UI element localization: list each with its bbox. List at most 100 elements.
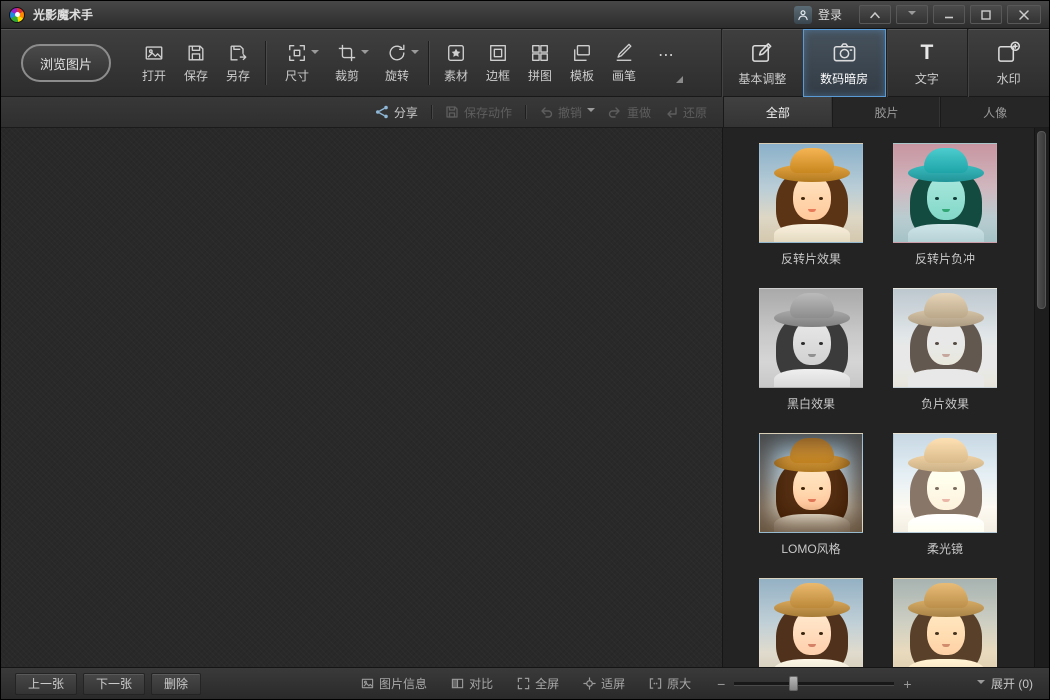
filter-thumbnail[interactable]: [893, 288, 997, 388]
portrait-art: [953, 342, 957, 345]
filter-thumbnail[interactable]: [759, 578, 863, 667]
portrait-art: [935, 487, 939, 490]
chevron-down-icon[interactable]: [587, 108, 595, 116]
portrait-art: [927, 464, 965, 510]
portrait-art: [790, 438, 834, 463]
portrait-art: [942, 499, 950, 502]
portrait-art: [935, 632, 939, 635]
tab-basic-adjust[interactable]: 基本调整: [721, 29, 803, 97]
toolbar-item-rotate[interactable]: 旋转: [372, 35, 422, 91]
filter-thumbnail[interactable]: [759, 143, 863, 243]
share-icon: [375, 105, 389, 119]
filter-item[interactable]: [759, 578, 863, 667]
filter-item-negative-film[interactable]: 负片效果: [893, 288, 997, 410]
minimize-button[interactable]: [933, 5, 965, 24]
portrait-art: [819, 632, 823, 635]
portrait-art: [808, 499, 816, 502]
collapse-toolbar-button[interactable]: [859, 5, 891, 24]
filter-item-soft-focus[interactable]: 柔光镜: [893, 433, 997, 555]
toolbar-item-frame[interactable]: 边框: [477, 35, 519, 91]
image-canvas[interactable]: [1, 128, 723, 669]
toolbar-item-crop[interactable]: 裁剪: [322, 35, 372, 91]
share-button[interactable]: 分享: [375, 104, 418, 121]
tab-all-filters[interactable]: 全部: [724, 97, 833, 127]
image-info-button[interactable]: 图片信息: [361, 675, 427, 692]
user-icon: [794, 6, 812, 24]
toolbar-item-sticker[interactable]: 素材: [435, 35, 477, 91]
actionbar-separator: [431, 105, 432, 119]
portrait-art: [774, 514, 850, 533]
panel-scrollbar[interactable]: [1034, 128, 1049, 667]
toolbar-item-brush[interactable]: 画笔: [603, 35, 645, 91]
zoom-slider[interactable]: [734, 682, 894, 685]
toolbar-item-open[interactable]: 打开: [133, 35, 175, 91]
portrait-art: [776, 458, 848, 532]
browse-images-button[interactable]: 浏览图片: [21, 44, 111, 82]
compare-button[interactable]: 对比: [451, 675, 493, 692]
filter-item-black-white[interactable]: 黑白效果: [759, 288, 863, 410]
toolbar-item-resize[interactable]: 尺寸: [272, 35, 322, 91]
restore-button[interactable]: 还原: [664, 104, 707, 121]
original-size-button[interactable]: 原大: [649, 675, 691, 692]
filter-item-lomo[interactable]: LOMO风格: [759, 433, 863, 555]
undo-icon: [539, 105, 553, 119]
zoom-in-button[interactable]: +: [903, 676, 911, 692]
filter-thumbnail[interactable]: [759, 288, 863, 388]
filter-thumbnail[interactable]: [893, 433, 997, 533]
zoom-out-button[interactable]: −: [717, 676, 725, 692]
portrait-art: [908, 224, 984, 243]
tab-digital-darkroom[interactable]: 数码暗房: [803, 29, 886, 97]
portrait-art: [801, 197, 805, 200]
toolbar-item-save[interactable]: 保存: [175, 35, 217, 91]
close-button[interactable]: [1007, 5, 1041, 24]
fullscreen-button[interactable]: 全屏: [517, 675, 559, 692]
toolbar-item-template[interactable]: 模板: [561, 35, 603, 91]
frame-icon: [488, 43, 508, 63]
login-button[interactable]: 登录: [790, 4, 854, 26]
tab-watermark[interactable]: 水印: [967, 29, 1049, 97]
filter-thumbnail[interactable]: [893, 578, 997, 667]
portrait-art: [801, 487, 805, 490]
filters-grid: 反转片效果 反转片负冲 黑白效果 负片效果 LOMO风格 柔光镜: [759, 143, 997, 667]
chevron-down-icon[interactable]: [411, 50, 419, 58]
chevron-down-icon[interactable]: [361, 50, 369, 58]
toolbar-more-button[interactable]: ⋯: [645, 35, 689, 91]
filter-item-reversal-film[interactable]: 反转片效果: [759, 143, 863, 265]
portrait-art: [953, 632, 957, 635]
toolbar-overflow-indicator: [676, 76, 683, 83]
scrollbar-thumb[interactable]: [1037, 131, 1046, 309]
titlebar-controls: 登录: [790, 4, 1041, 26]
filter-item[interactable]: [893, 578, 997, 667]
tab-portrait-filters[interactable]: 人像: [941, 97, 1049, 127]
menu-dropdown-button[interactable]: [896, 5, 928, 24]
toolbar-item-save-as[interactable]: 另存: [217, 35, 259, 91]
save-action-button[interactable]: 保存动作: [445, 104, 512, 121]
portrait-art: [935, 197, 939, 200]
undo-button[interactable]: 撤销: [539, 104, 595, 121]
maximize-button[interactable]: [970, 5, 1002, 24]
next-image-button[interactable]: 下一张: [83, 673, 145, 695]
tab-film-filters[interactable]: 胶片: [833, 97, 942, 127]
filter-thumbnail[interactable]: [759, 433, 863, 533]
app-title: 光影魔术手: [33, 6, 93, 23]
filter-item-cross-process[interactable]: 反转片负冲: [893, 143, 997, 265]
filter-thumbnail[interactable]: [893, 143, 997, 243]
portrait-art: [790, 293, 834, 318]
original-size-icon: [649, 677, 662, 690]
watermark-icon: [996, 40, 1021, 65]
delete-image-button[interactable]: 删除: [151, 673, 201, 695]
toolbar-item-collage[interactable]: 拼图: [519, 35, 561, 91]
fit-screen-button[interactable]: 适屏: [583, 675, 625, 692]
chevron-down-icon[interactable]: [311, 50, 319, 58]
chevron-down-icon: [908, 11, 916, 19]
text-tool-icon: T: [920, 40, 933, 65]
portrait-art: [924, 438, 968, 463]
expand-queue-button[interactable]: 展开 (0): [977, 675, 1033, 692]
zoom-slider-handle[interactable]: [789, 676, 798, 691]
redo-button[interactable]: 重做: [608, 104, 651, 121]
status-bar: 上一张 下一张 删除 图片信息 对比 全屏: [1, 667, 1049, 699]
previous-image-button[interactable]: 上一张: [15, 673, 77, 695]
view-controls: 图片信息 对比 全屏 适屏: [361, 675, 691, 692]
tab-text[interactable]: T 文字: [886, 29, 968, 97]
app-window: 光影魔术手 登录: [0, 0, 1050, 700]
